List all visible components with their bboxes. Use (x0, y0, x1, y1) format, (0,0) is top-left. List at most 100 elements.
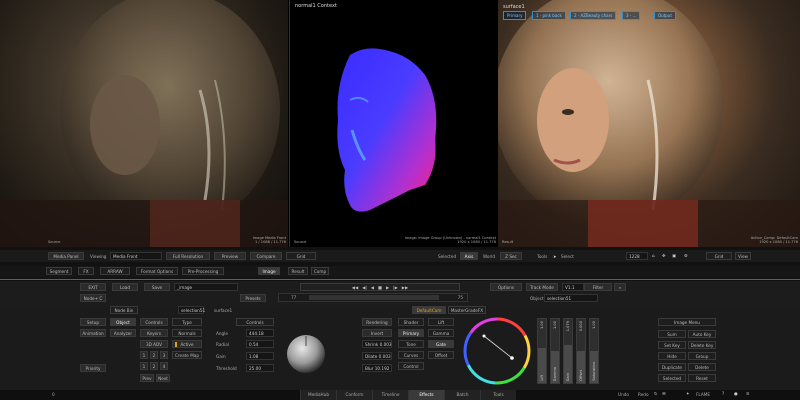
viewport-source[interactable]: Source Image Media Front 1 / 1088 / 11.7… (0, 0, 288, 247)
delete-key-button[interactable]: Delete Key (688, 341, 716, 349)
color-wheel[interactable] (462, 316, 532, 386)
image-tab[interactable]: Image (258, 267, 280, 275)
fx-button[interactable]: FX (78, 267, 94, 275)
control-button[interactable]: Control (398, 362, 424, 370)
filter-button[interactable]: Filter (584, 283, 612, 291)
segment-button[interactable]: Segment (46, 267, 72, 275)
tab-tools[interactable]: Tools (480, 390, 516, 400)
frame-range-slider[interactable]: 77 75 (278, 293, 468, 302)
create-map-button[interactable]: Create Map (172, 351, 202, 359)
tab-batch[interactable]: Batch (444, 390, 480, 400)
tab-effects[interactable]: Effects (408, 390, 444, 400)
selected-button[interactable]: Selected (658, 374, 686, 382)
active-toggle[interactable]: Active (172, 340, 202, 348)
auto-key-button[interactable]: Auto Key (688, 330, 716, 338)
tag-output[interactable]: Output (654, 11, 676, 20)
master-grade-tab[interactable]: MasterGradeFX (448, 306, 486, 314)
num-4-button[interactable]: 4 (160, 362, 168, 370)
set-key-button[interactable]: Set Key (658, 341, 686, 349)
next-button[interactable]: Next (156, 374, 170, 382)
history-icon[interactable]: ☰ (662, 391, 666, 396)
tab-timeline[interactable]: Timeline (372, 390, 408, 400)
track-mode-button[interactable]: Track Mode (526, 283, 558, 291)
save-button[interactable]: Save (144, 283, 170, 291)
compare-button[interactable]: Compare (250, 252, 282, 260)
grid-dropdown[interactable]: Grid (706, 252, 732, 260)
comp-tab[interactable]: Comp (311, 267, 329, 275)
viewport-result[interactable]: surface1 Primary 1 - pink back 2 - AZBea… (498, 0, 800, 247)
shrink-field[interactable]: Shrink 0.003 (362, 340, 392, 348)
view-button[interactable]: View (735, 252, 751, 260)
threshold-field[interactable]: 25.00 (246, 364, 274, 372)
result-tab[interactable]: Result (288, 267, 308, 275)
node-c-dropdown[interactable]: Node+ C (80, 294, 106, 302)
object-field[interactable]: selection51 (544, 294, 598, 302)
move-icon[interactable]: ✥ (662, 253, 666, 258)
viewport-context[interactable]: normal1 Context Source Image: Image Grou… (289, 0, 499, 247)
track-version-field[interactable]: V1.1 (562, 283, 584, 291)
axis-button[interactable]: Axis (460, 252, 478, 260)
home-icon[interactable]: ⌂ (652, 253, 655, 258)
keyers-button[interactable]: Keyers (140, 329, 168, 337)
search-icon[interactable]: ⌕ (614, 283, 626, 291)
animation-button[interactable]: Animation (80, 329, 106, 337)
num-3-button[interactable]: 3 (160, 351, 168, 359)
setup-button[interactable]: Setup (80, 318, 106, 326)
type-button[interactable]: Type (172, 318, 202, 326)
primary-button[interactable]: Primary (398, 329, 424, 337)
lift-button[interactable]: Lift (428, 318, 454, 326)
tag-three[interactable]: 3 - ... (622, 11, 641, 20)
tag-primary[interactable]: Primary (503, 11, 527, 20)
tag-azbeauty[interactable]: 2 - AZBeauty chars (570, 11, 617, 20)
priority-button[interactable]: Priority (80, 364, 106, 372)
angle-field[interactable]: 444.18 (246, 329, 274, 337)
normals-button[interactable]: Normals (172, 329, 202, 337)
preview-button[interactable]: Preview (214, 252, 246, 260)
viewing-dropdown[interactable]: Media Front (110, 252, 162, 260)
transport-icons[interactable]: ◀◀ ◀| ◀ ■ ▶ |▶ ▶▶ (352, 285, 409, 290)
slider-offset[interactable]: 0.000 Offset (576, 318, 586, 384)
node-field[interactable]: selection51 (178, 306, 205, 314)
tab-mediahub[interactable]: MediaHub (300, 390, 336, 400)
delete-button[interactable]: Delete (688, 363, 716, 371)
group-button[interactable]: Group (688, 352, 716, 360)
duplicate-button[interactable]: Duplicate (658, 363, 686, 371)
image-menu-button[interactable]: Image Menu (658, 318, 716, 326)
num-1b-button[interactable]: 1 (140, 362, 148, 370)
undo-button[interactable]: Undo (618, 392, 629, 397)
world-label[interactable]: World (483, 254, 495, 259)
dilate-field[interactable]: Dilate 0.003 (362, 352, 392, 360)
setup-name-field[interactable]: _image (174, 283, 238, 291)
default-cam-tab[interactable]: DefaultCam (412, 306, 446, 314)
format-options-button[interactable]: Format Options (136, 267, 178, 275)
exit-button[interactable]: EXIT (80, 283, 106, 291)
pre-processing-button[interactable]: Pre-Processing (182, 267, 224, 275)
reset-button[interactable]: Reset (688, 374, 716, 382)
tag-pink-back[interactable]: 1 - pink back (532, 11, 566, 20)
tone-button[interactable]: Tone (398, 340, 424, 348)
prev-button[interactable]: Prev (140, 374, 154, 382)
num-1-button[interactable]: 1 (140, 351, 148, 359)
tab-conform[interactable]: Conform (336, 390, 372, 400)
redo-icon[interactable]: ↻ (654, 391, 658, 396)
object-button[interactable]: Object (110, 318, 136, 326)
slider-gain[interactable]: 1.079 Gain (563, 318, 573, 384)
gamma-button[interactable]: Gamma (428, 329, 454, 337)
slider-saturation[interactable]: 1.00 Saturation (589, 318, 599, 384)
node-bin-button[interactable]: Node Bin (110, 306, 138, 314)
full-resolution-button[interactable]: Full Resolution (166, 252, 210, 260)
hide-button[interactable]: Hide (658, 352, 686, 360)
mode-3d-dropdown[interactable]: 3D ADV (140, 340, 168, 348)
slider-gamma[interactable]: 1.00 Gamma (550, 318, 560, 384)
help-icon[interactable]: ? (722, 391, 724, 396)
light-sphere-widget[interactable] (284, 332, 328, 376)
controls-tab[interactable]: Controls (236, 318, 274, 326)
blur-field[interactable]: Blur 10.192 (362, 364, 392, 372)
slider-lift[interactable]: 1.00 Lift (537, 318, 547, 384)
z-sec-button[interactable]: Z Sec (500, 252, 522, 260)
transport-controls[interactable]: ◀◀ ◀| ◀ ■ ▶ |▶ ▶▶ (300, 283, 460, 291)
curves-button[interactable]: Curves (398, 351, 424, 359)
redo-button[interactable]: Redo (638, 392, 649, 397)
presets-button[interactable]: Presets (240, 294, 266, 302)
gain-field[interactable]: 1.08 (246, 352, 274, 360)
